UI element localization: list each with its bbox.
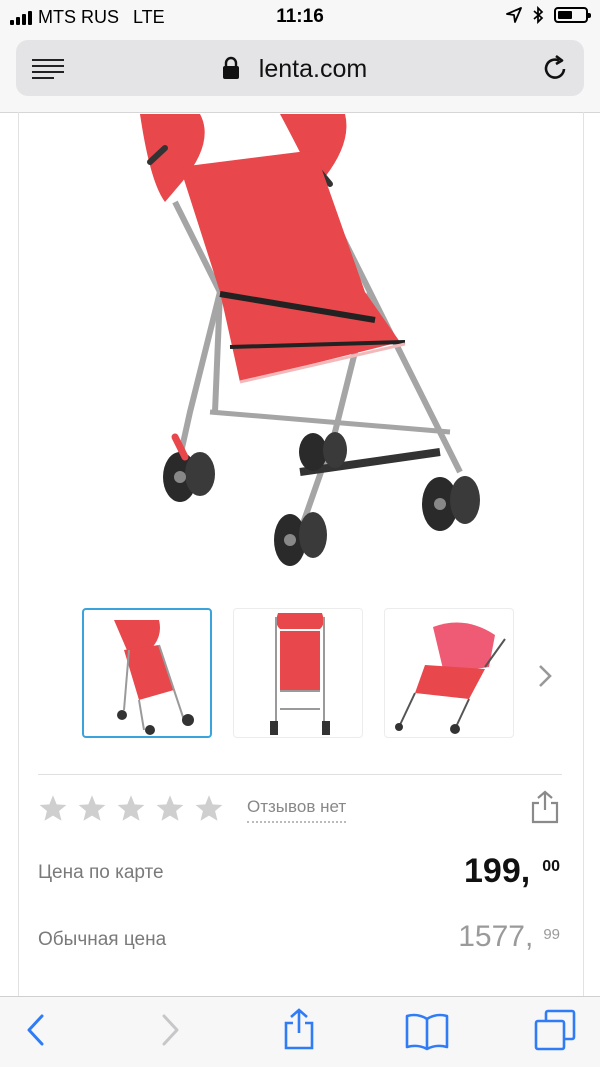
star-icon <box>195 795 223 821</box>
browser-toolbar <box>0 996 600 1067</box>
star-icon <box>78 795 106 821</box>
card-price-decimal: 00 <box>542 858 560 875</box>
status-bar: MTS RUS LTE 11:16 <box>0 0 600 34</box>
divider <box>38 774 562 775</box>
thumbnail-strip <box>82 608 562 742</box>
regular-price-integer: 1577, <box>458 920 534 953</box>
location-icon <box>506 7 522 23</box>
status-right <box>506 6 591 24</box>
share-icon[interactable] <box>282 1007 316 1051</box>
regular-price: 1577, 99 <box>458 920 560 954</box>
bluetooth-icon <box>533 6 544 24</box>
share-icon[interactable] <box>530 790 560 824</box>
star-icon <box>156 795 184 821</box>
card-price: 199, 00 <box>464 852 560 891</box>
reload-icon[interactable] <box>542 54 570 82</box>
browser-header: lenta.com <box>0 34 600 113</box>
regular-price-label: Обычная цена <box>38 929 167 950</box>
url-text: lenta.com <box>258 55 368 83</box>
address-bar[interactable]: lenta.com <box>16 40 584 96</box>
thumbnail-1[interactable] <box>82 608 212 738</box>
card-price-integer: 199, <box>464 852 531 890</box>
bookmarks-icon[interactable] <box>404 1011 450 1051</box>
card-price-label: Цена по карте <box>38 862 164 883</box>
rating-stars[interactable] <box>38 794 224 822</box>
reviews-link[interactable]: Отзывов нет <box>247 797 347 823</box>
tabs-icon[interactable] <box>534 1009 576 1051</box>
chevron-right-icon[interactable] <box>536 662 554 690</box>
back-icon[interactable] <box>24 1013 48 1047</box>
forward-icon[interactable] <box>158 1013 182 1047</box>
thumbnail-2[interactable] <box>233 608 363 738</box>
thumbnail-3[interactable] <box>384 608 514 738</box>
regular-price-decimal: 99 <box>543 926 560 943</box>
star-icon <box>39 795 67 821</box>
star-icon <box>117 795 145 821</box>
product-image[interactable] <box>120 112 500 577</box>
battery-icon <box>554 7 591 23</box>
